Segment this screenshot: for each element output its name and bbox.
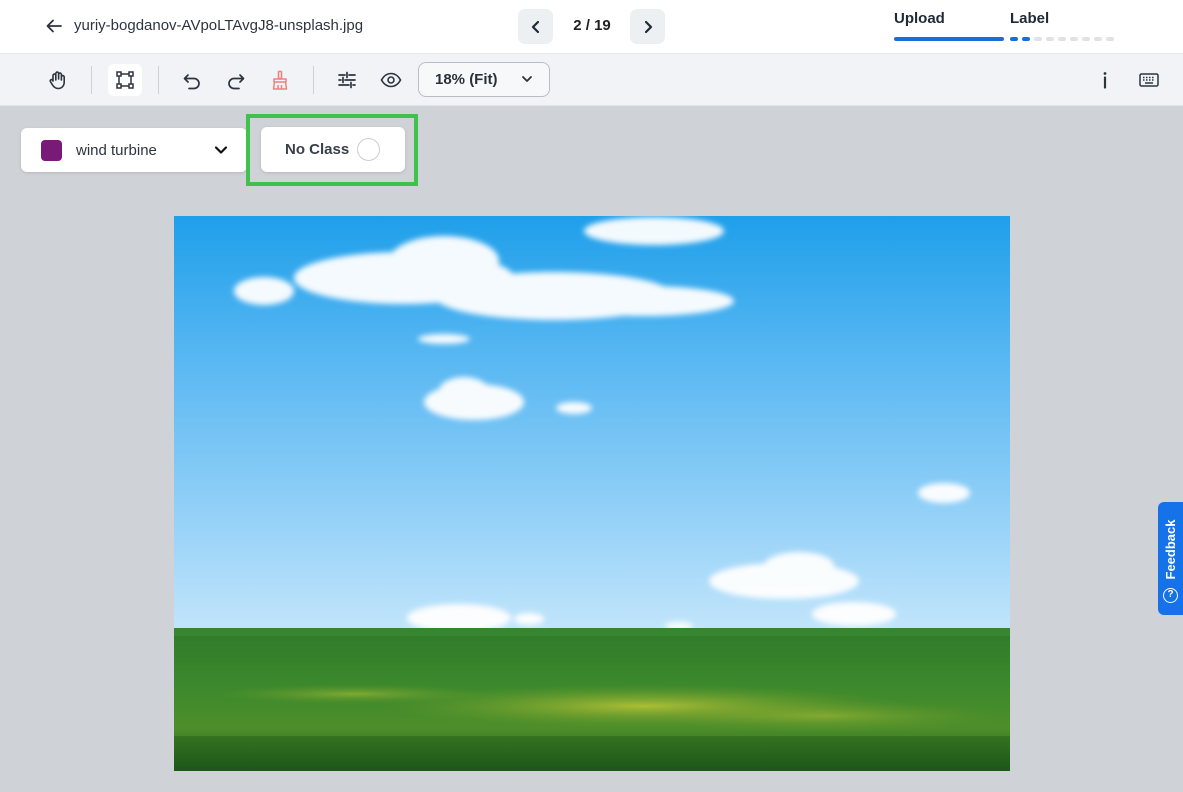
zoom-level: 18% (Fit) <box>435 71 498 88</box>
image-canvas[interactable] <box>174 216 1010 771</box>
page-indicator: 2 / 19 <box>573 17 611 34</box>
info-icon <box>1103 72 1107 89</box>
adjustments-icon <box>338 71 356 89</box>
next-image-button[interactable] <box>630 9 665 44</box>
bounding-box-icon <box>116 71 134 89</box>
label-progress-bar <box>1010 37 1114 41</box>
chevron-down-icon <box>214 146 228 154</box>
clear-annotations-button[interactable] <box>263 64 297 96</box>
bounding-box-tool-button[interactable] <box>108 64 142 96</box>
selected-class-name: wind turbine <box>76 142 157 159</box>
step-upload[interactable]: Upload <box>894 10 945 27</box>
keyboard-shortcuts-button[interactable] <box>1132 64 1166 96</box>
top-header: yuriy-bogdanov-AVpoLTAvgJ8-unsplash.jpg … <box>0 0 1183 54</box>
file-name: yuriy-bogdanov-AVpoLTAvgJ8-unsplash.jpg <box>74 17 364 34</box>
step-label[interactable]: Label <box>1010 10 1049 27</box>
no-class-label: No Class <box>285 141 350 158</box>
chevron-right-icon <box>644 20 652 33</box>
adjustments-button[interactable] <box>330 64 364 96</box>
redo-icon <box>228 74 245 90</box>
arrow-left-icon <box>46 19 62 33</box>
no-class-button[interactable]: No Class <box>261 127 405 172</box>
help-circle-icon: ? <box>1163 588 1178 603</box>
previous-image-button[interactable] <box>518 9 553 44</box>
landscape-image <box>174 216 1010 771</box>
back-button[interactable] <box>42 14 66 38</box>
visibility-eye-icon <box>380 72 402 88</box>
hand-pan-icon <box>49 71 65 90</box>
chevron-left-icon <box>531 20 539 33</box>
annotation-toolbar <box>0 54 1183 106</box>
zoom-dropdown[interactable]: 18% (Fit) <box>418 62 550 97</box>
info-button[interactable] <box>1088 64 1122 96</box>
chevron-down-icon <box>522 76 532 82</box>
pan-tool-button[interactable] <box>41 64 75 96</box>
upload-progress-bar <box>894 37 1004 41</box>
undo-icon <box>183 74 200 90</box>
redo-button[interactable] <box>219 64 253 96</box>
clear-brush-icon <box>272 70 288 90</box>
no-class-radio[interactable] <box>357 138 380 161</box>
feedback-tab[interactable]: Feedback ? <box>1158 502 1183 615</box>
toggle-visibility-button[interactable] <box>374 64 408 96</box>
class-color-swatch <box>41 140 62 161</box>
undo-button[interactable] <box>175 64 209 96</box>
keyboard-shortcuts-icon <box>1139 73 1159 87</box>
class-selector-dropdown[interactable]: wind turbine <box>21 128 247 172</box>
